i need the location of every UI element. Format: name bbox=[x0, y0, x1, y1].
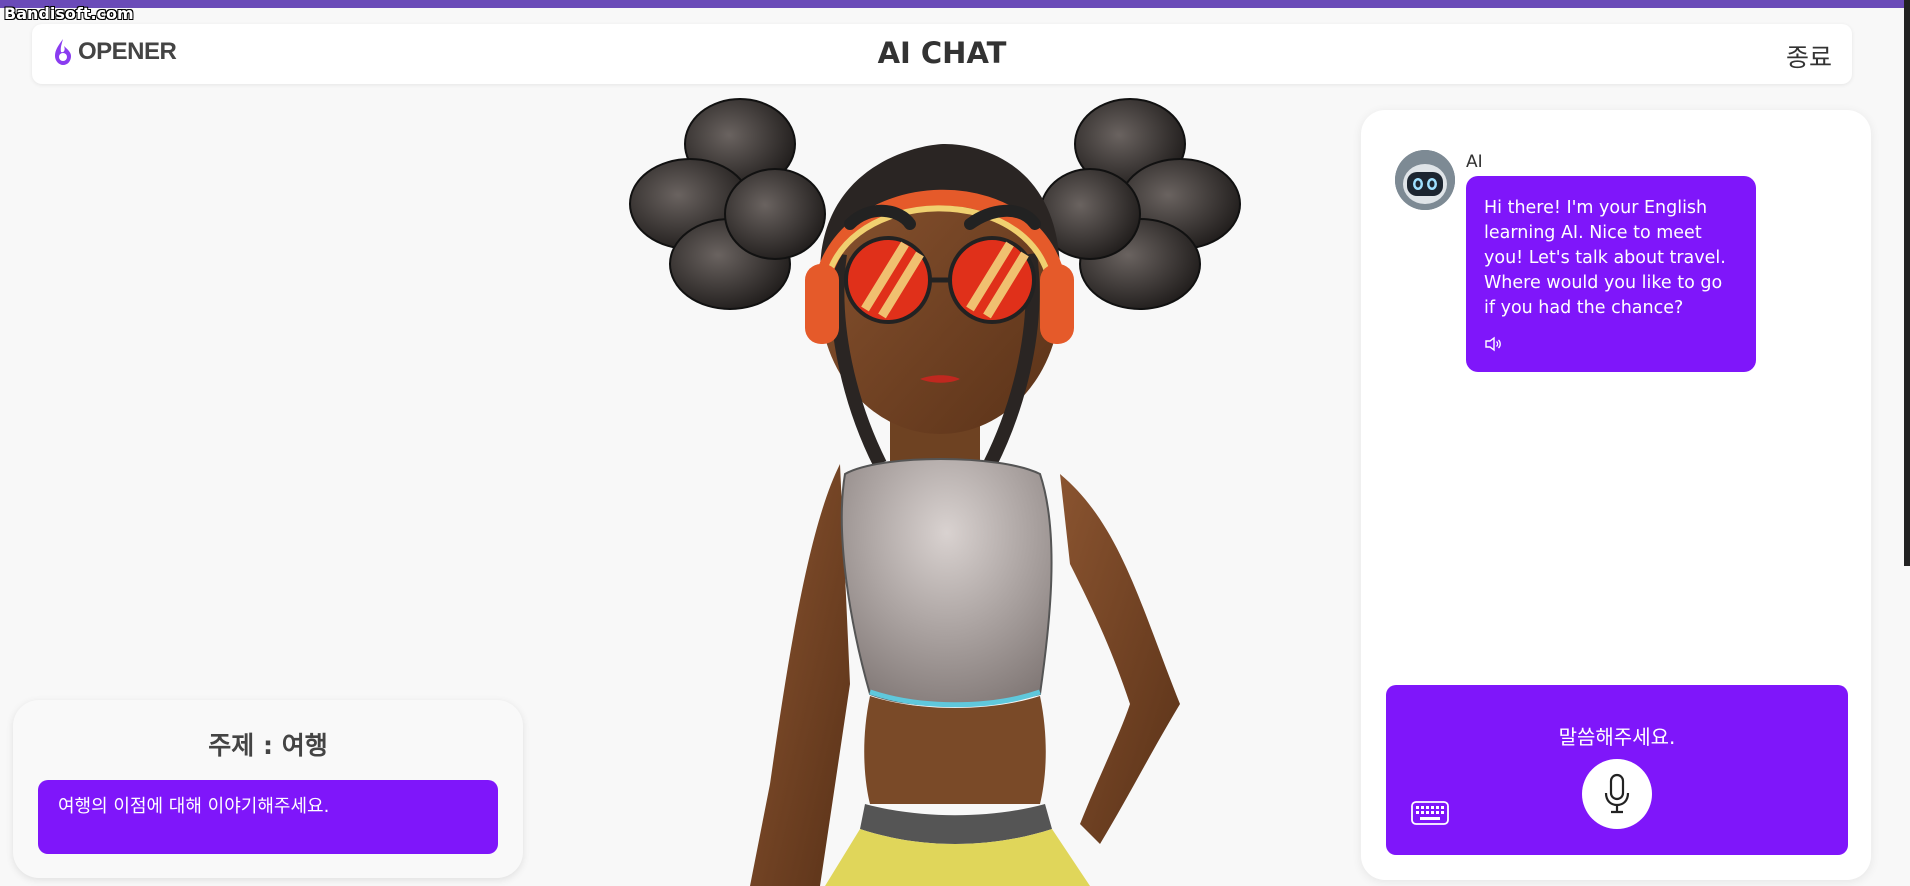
topic-card: 주제 : 여행 여행의 이점에 대해 이야기해주세요. bbox=[13, 700, 523, 878]
robot-icon bbox=[1395, 150, 1455, 210]
3d-avatar-character bbox=[629, 98, 1241, 886]
scrollbar[interactable] bbox=[1904, 0, 1910, 566]
voice-prompt: 말씀해주세요. bbox=[1558, 725, 1676, 749]
watermark: Bandisoft.com bbox=[4, 4, 134, 23]
chat-panel: AI Hi there! I'm your English learning A… bbox=[1361, 110, 1871, 880]
voice-input-box: 말씀해주세요. bbox=[1386, 685, 1848, 855]
topic-question: 여행의 이점에 대해 이야기해주세요. bbox=[38, 780, 498, 854]
page-title: AI CHAT bbox=[877, 36, 1007, 70]
ai-chat-page: Bandisoft.com OPENER AI CHAT 종료 주제: 여행 … bbox=[0, 0, 1910, 886]
microphone-icon bbox=[1604, 773, 1630, 814]
exit-button[interactable]: 종료 bbox=[1786, 38, 1832, 74]
top-accent-line bbox=[0, 0, 1910, 8]
microphone-button[interactable] bbox=[1582, 759, 1652, 829]
ai-message-bubble: Hi there! I'm your English learning AI. … bbox=[1466, 176, 1756, 372]
app-header: OPENER AI CHAT 종료 bbox=[32, 24, 1852, 84]
message-text: Hi there! I'm your English learning AI. … bbox=[1484, 198, 1726, 318]
ai-avatar bbox=[1395, 150, 1455, 210]
message-sender: AI bbox=[1466, 152, 1483, 172]
speaker-icon[interactable] bbox=[1484, 336, 1502, 352]
topic-title: 주제 : 여행 bbox=[208, 731, 328, 760]
keyboard-icon[interactable] bbox=[1411, 801, 1449, 825]
